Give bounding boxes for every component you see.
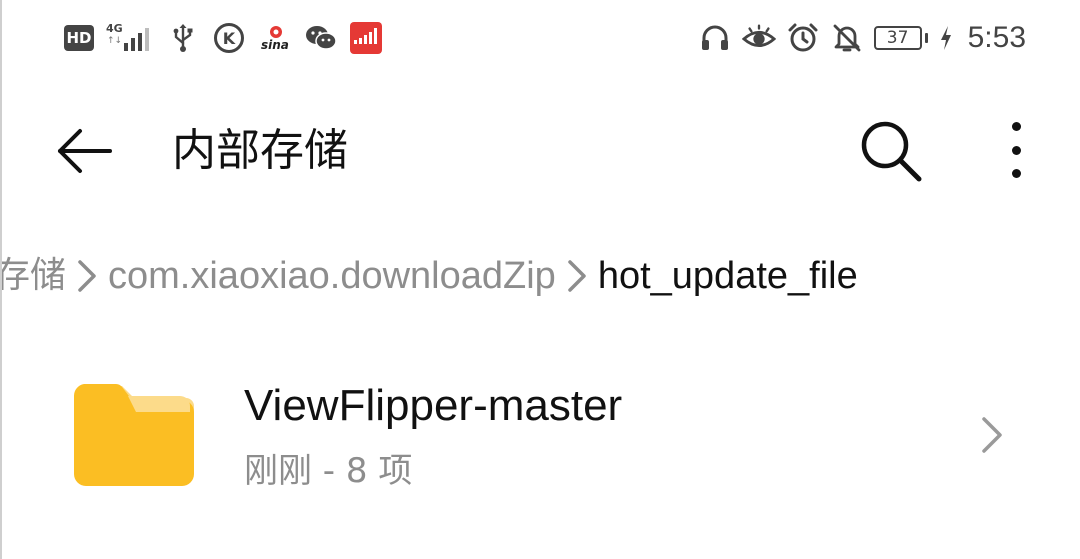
page-title: 内部存储 [172,125,348,176]
signal-4g-icon: 4G ↑↓ [106,23,154,53]
wechat-icon [304,21,338,55]
breadcrumb-item-current: hot_update_file [597,255,858,297]
sina-icon: sina [258,21,292,55]
network-type-label: 4G [106,22,123,35]
more-options-button[interactable] [992,116,1040,184]
file-meta: 刚刚 - 8 项 [244,451,413,491]
eye-icon [741,21,776,55]
charging-bolt-icon [938,21,954,55]
chevron-right-icon [66,248,108,304]
battery-level: 37 [873,26,922,50]
status-bar-left: HD 4G ↑↓ K sina [64,20,382,56]
list-item[interactable]: ViewFlipper-master 刚刚 - 8 项 [2,360,1080,510]
breadcrumb-item-storage[interactable]: 存储 [2,248,66,304]
battery-icon: 37 [873,26,928,50]
more-vertical-icon-dot [1011,122,1021,131]
usb-icon [166,21,200,55]
clock: 5:53 [967,21,1026,54]
more-vertical-icon-dot [1011,145,1021,155]
headset-icon [698,21,732,55]
status-bar-right: 37 5:53 [698,20,1026,56]
bell-off-icon [830,21,864,55]
status-bar: HD 4G ↑↓ K sina 37 5:53 [2,0,1080,78]
screen: HD 4G ↑↓ K sina 37 5:53 内部存储 存储 com.xiao… [0,0,1080,559]
search-icon [861,121,922,182]
hd-badge: HD [64,25,94,51]
search-button[interactable] [854,118,928,184]
arrow-left-icon [58,129,112,173]
network-activity-arrows: ↑↓ [107,36,123,46]
chevron-right-icon [556,248,598,304]
red-app-icon [350,22,382,54]
signal-bars [124,28,149,51]
folder-icon [72,382,196,486]
k-app-icon: K [212,21,246,55]
back-button[interactable] [52,120,118,182]
app-bar: 内部存储 [2,100,1080,200]
file-name: ViewFlipper-master [244,381,623,430]
more-vertical-icon-dot [1011,169,1021,178]
svg-text:sina: sina [261,38,289,52]
breadcrumb-item-package[interactable]: com.xiaoxiao.downloadZip [108,248,556,304]
chevron-right-icon [970,410,1014,460]
breadcrumb: 存储 com.xiaoxiao.downloadZip hot_update_f… [2,248,858,304]
alarm-icon [786,21,820,55]
